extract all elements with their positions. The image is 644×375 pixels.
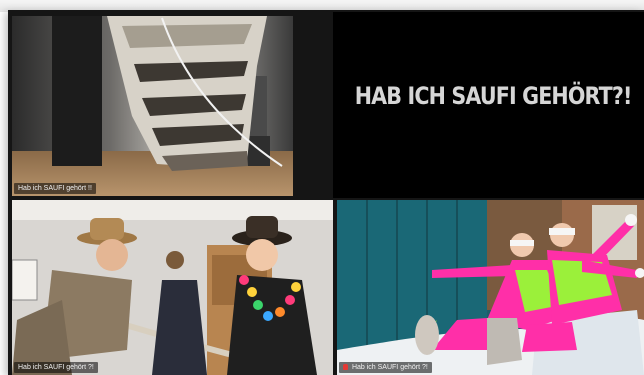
shared-screen-text: HAB ICH SAUFI GEHÖRT?! <box>354 82 633 110</box>
participant-name-tag: Hab ich SAUFI gehört !! <box>14 183 96 194</box>
participant-1-video <box>12 16 293 196</box>
participant-3-video <box>12 200 333 375</box>
participant-name: Hab ich SAUFI gehört !! <box>18 185 92 192</box>
participant-name-tag: Hab ich SAUFI gehört ?! <box>339 362 432 373</box>
video-tile-participant-1[interactable]: Hab ich SAUFI gehört !! <box>12 16 293 196</box>
participant-name-tag: Hab ich SAUFI gehört ?! <box>14 362 98 373</box>
participant-name: Hab ich SAUFI gehört ?! <box>18 364 94 371</box>
video-tile-participant-3[interactable]: Hab ich SAUFI gehört ?! <box>12 200 333 375</box>
video-tile-participant-2[interactable]: HAB ICH SAUFI GEHÖRT?! <box>333 12 644 198</box>
video-tile-participant-4[interactable]: Hab ich SAUFI gehört ?! <box>337 200 644 375</box>
participant-name: Hab ich SAUFI gehört ?! <box>351 364 428 371</box>
participant-4-video <box>337 200 644 375</box>
screen: Hab ich SAUFI gehört !! HAB ICH SAUFI GE… <box>0 0 644 375</box>
mic-muted-icon <box>343 364 348 370</box>
